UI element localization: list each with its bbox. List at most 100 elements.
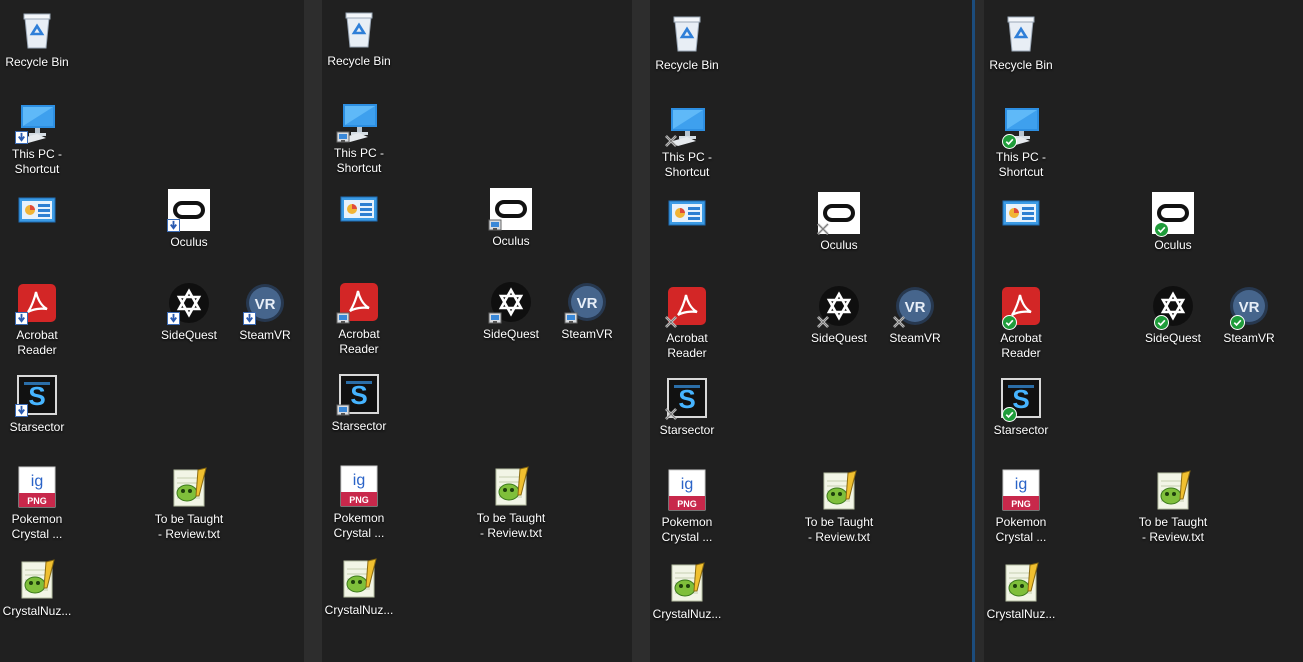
sidequest-desktop-icon[interactable]: SideQuest xyxy=(151,282,227,343)
panel-divider xyxy=(975,0,984,662)
sidequest-desktop-icon[interactable]: SideQuest xyxy=(1135,285,1211,346)
synced-check-overlay-icon xyxy=(1230,315,1245,330)
oculus-desktop-icon[interactable]: Oculus xyxy=(473,188,549,249)
icon-label: SideQuest xyxy=(1144,331,1202,345)
to-be-taught-review-txt-desktop-icon[interactable]: To be Taught - Review.txt xyxy=(151,466,227,542)
pokemon-crystal-png-desktop-icon[interactable]: ig PNG Pokemon Crystal ... xyxy=(322,465,397,541)
this-pc-shortcut-desktop-icon[interactable]: This PC - Shortcut xyxy=(0,101,75,177)
icon-label: Recycle Bin xyxy=(5,55,69,69)
network-shortcut-overlay-icon xyxy=(564,311,578,325)
acrobat-reader-icon xyxy=(664,285,708,329)
oculus-icon xyxy=(817,192,860,235)
recycle-bin-icon xyxy=(666,12,708,54)
control-panel-icon xyxy=(338,188,380,230)
crystalnuz-txt-icon xyxy=(1000,561,1042,603)
oculus-desktop-icon[interactable]: Oculus xyxy=(151,189,227,250)
to-be-taught-review-txt-icon xyxy=(490,465,532,507)
acrobat-reader-desktop-icon[interactable]: Acrobat Reader xyxy=(322,281,397,357)
svg-text:VR: VR xyxy=(255,296,276,313)
steamvr-icon: VR xyxy=(1228,285,1270,330)
this-pc-shortcut-desktop-icon[interactable]: This PC - Shortcut xyxy=(984,104,1059,180)
svg-text:PNG: PNG xyxy=(677,499,697,509)
recycle-bin-desktop-icon[interactable]: Recycle Bin xyxy=(650,12,725,73)
to-be-taught-review-txt-desktop-icon[interactable]: To be Taught - Review.txt xyxy=(801,469,877,545)
synced-check-overlay-icon xyxy=(1154,315,1169,330)
synced-check-overlay-icon xyxy=(1002,134,1017,149)
pokemon-crystal-png-desktop-icon[interactable]: ig PNG Pokemon Crystal ... xyxy=(984,469,1059,545)
icon-label: To be Taught - Review.txt xyxy=(476,511,546,540)
crystalnuz-txt-icon xyxy=(338,557,380,599)
starsector-desktop-icon[interactable]: S Starsector xyxy=(322,373,397,434)
starsector-desktop-icon[interactable]: S Starsector xyxy=(650,377,725,438)
desktop-panel-3: Recycle Bin This PC - Shortcut Oculus Acrob… xyxy=(650,0,972,662)
icon-label: SteamVR xyxy=(239,328,291,342)
oculus-icon xyxy=(1152,192,1194,237)
this-pc-shortcut-icon xyxy=(1000,104,1042,149)
sidequest-desktop-icon[interactable]: SideQuest xyxy=(801,285,877,346)
icon-label: SteamVR xyxy=(561,327,613,341)
pokemon-crystal-png-icon: ig PNG xyxy=(338,465,380,507)
sidequest-desktop-icon[interactable]: SideQuest xyxy=(473,281,549,342)
control-panel-desktop-icon[interactable] xyxy=(984,192,1059,238)
recycle-bin-icon xyxy=(16,9,58,51)
unavailable-overlay-icon xyxy=(664,134,678,148)
recycle-bin-icon xyxy=(1000,12,1042,54)
crystalnuz-txt-desktop-icon[interactable]: CrystalNuz... xyxy=(322,557,397,618)
starsector-desktop-icon[interactable]: S Starsector xyxy=(0,374,75,435)
acrobat-reader-desktop-icon[interactable]: Acrobat Reader xyxy=(0,282,75,358)
sync-pending-overlay-icon xyxy=(15,131,28,144)
icon-label: Pokemon Crystal ... xyxy=(333,511,385,540)
this-pc-shortcut-desktop-icon[interactable]: This PC - Shortcut xyxy=(322,100,397,176)
starsector-desktop-icon[interactable]: S Starsector xyxy=(984,377,1059,438)
svg-text:PNG: PNG xyxy=(349,495,369,505)
crystalnuz-txt-desktop-icon[interactable]: CrystalNuz... xyxy=(650,561,725,622)
acrobat-reader-icon xyxy=(336,281,380,324)
oculus-desktop-icon[interactable]: Oculus xyxy=(1135,192,1211,253)
svg-text:PNG: PNG xyxy=(1011,499,1031,509)
icon-label: This PC - Shortcut xyxy=(661,150,712,179)
svg-text:PNG: PNG xyxy=(27,496,47,506)
crystalnuz-txt-desktop-icon[interactable]: CrystalNuz... xyxy=(0,558,75,619)
network-shortcut-overlay-icon xyxy=(488,311,502,325)
crystalnuz-txt-desktop-icon[interactable]: CrystalNuz... xyxy=(984,561,1059,622)
oculus-desktop-icon[interactable]: Oculus xyxy=(801,192,877,253)
svg-text:ig: ig xyxy=(353,472,365,489)
to-be-taught-review-txt-icon xyxy=(1152,469,1194,511)
control-panel-desktop-icon[interactable] xyxy=(650,192,725,238)
unavailable-overlay-icon xyxy=(664,315,678,329)
steamvr-desktop-icon[interactable]: VR SteamVR xyxy=(227,282,303,343)
icon-label: Pokemon Crystal ... xyxy=(661,515,713,544)
steamvr-desktop-icon[interactable]: VR SteamVR xyxy=(877,285,953,346)
icon-label: SteamVR xyxy=(889,331,941,345)
to-be-taught-review-txt-desktop-icon[interactable]: To be Taught - Review.txt xyxy=(1135,469,1211,545)
control-panel-icon xyxy=(1000,192,1042,234)
icon-label: This PC - Shortcut xyxy=(995,150,1046,179)
acrobat-reader-desktop-icon[interactable]: Acrobat Reader xyxy=(984,285,1059,361)
this-pc-shortcut-desktop-icon[interactable]: This PC - Shortcut xyxy=(650,104,725,180)
icon-label: Oculus xyxy=(492,234,530,248)
svg-text:VR: VR xyxy=(1239,299,1260,316)
recycle-bin-desktop-icon[interactable]: Recycle Bin xyxy=(322,8,397,69)
icon-label: Starsector xyxy=(659,423,715,437)
sidequest-icon xyxy=(488,281,532,325)
svg-text:VR: VR xyxy=(905,299,926,316)
recycle-bin-desktop-icon[interactable]: Recycle Bin xyxy=(0,9,75,70)
svg-text:VR: VR xyxy=(577,295,598,312)
sync-pending-overlay-icon xyxy=(243,312,256,325)
pokemon-crystal-png-desktop-icon[interactable]: ig PNG Pokemon Crystal ... xyxy=(650,469,725,545)
to-be-taught-review-txt-desktop-icon[interactable]: To be Taught - Review.txt xyxy=(473,465,549,541)
acrobat-reader-desktop-icon[interactable]: Acrobat Reader xyxy=(650,285,725,361)
sync-pending-overlay-icon xyxy=(15,404,28,417)
recycle-bin-desktop-icon[interactable]: Recycle Bin xyxy=(984,12,1059,73)
network-shortcut-overlay-icon xyxy=(336,130,350,144)
pokemon-crystal-png-desktop-icon[interactable]: ig PNG Pokemon Crystal ... xyxy=(0,466,75,542)
icon-label: Acrobat Reader xyxy=(666,331,708,360)
steamvr-desktop-icon[interactable]: VR SteamVR xyxy=(549,281,625,342)
acrobat-reader-icon xyxy=(15,282,58,325)
control-panel-desktop-icon[interactable] xyxy=(322,188,397,234)
network-shortcut-overlay-icon xyxy=(336,403,350,417)
icon-label: Pokemon Crystal ... xyxy=(995,515,1047,544)
control-panel-desktop-icon[interactable] xyxy=(0,189,75,235)
steamvr-desktop-icon[interactable]: VR SteamVR xyxy=(1211,285,1287,346)
recycle-bin-icon xyxy=(338,8,380,50)
